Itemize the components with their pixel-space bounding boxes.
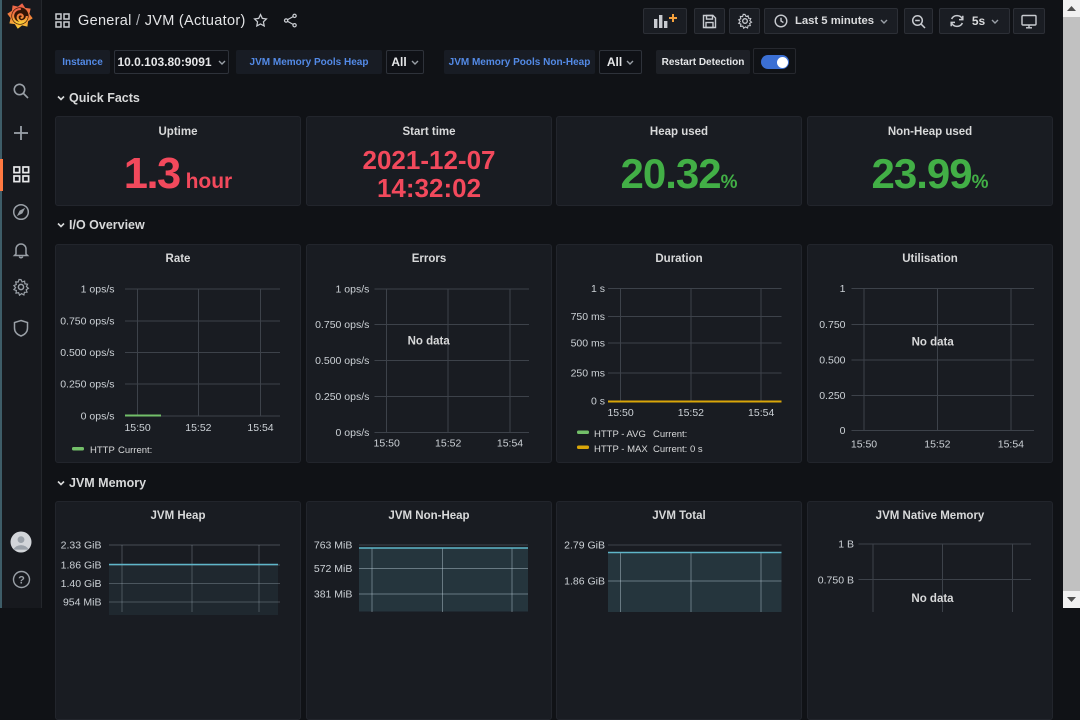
svg-text:1 ops/s: 1 ops/s (81, 284, 115, 296)
svg-text:15:50: 15:50 (374, 437, 400, 449)
svg-text:HTTP: HTTP (90, 445, 115, 456)
svg-text:15:54: 15:54 (497, 437, 523, 449)
svg-text:763 MiB: 763 MiB (314, 540, 353, 552)
svg-text:0.750: 0.750 (819, 319, 845, 331)
svg-text:No data: No data (911, 593, 954, 605)
svg-text:15:50: 15:50 (851, 438, 877, 450)
svg-text:1.40 GiB: 1.40 GiB (61, 578, 102, 590)
svg-text:381 MiB: 381 MiB (314, 589, 353, 601)
svg-text:0.500: 0.500 (819, 354, 845, 366)
svg-text:15:52: 15:52 (678, 407, 704, 419)
svg-text:15:50: 15:50 (607, 407, 633, 419)
svg-text:15:52: 15:52 (924, 438, 950, 450)
svg-text:15:50: 15:50 (124, 422, 150, 434)
svg-text:HTTP - AVG: HTTP - AVG (594, 429, 646, 440)
svg-text:0.500 ops/s: 0.500 ops/s (315, 355, 369, 367)
svg-text:15:52: 15:52 (435, 437, 461, 449)
svg-text:954 MiB: 954 MiB (63, 596, 102, 608)
svg-text:0: 0 (840, 425, 846, 437)
svg-text:0.500 ops/s: 0.500 ops/s (60, 347, 114, 359)
svg-text:750 ms: 750 ms (571, 311, 605, 323)
svg-text:0.750 B: 0.750 B (818, 574, 854, 586)
svg-text:15:52: 15:52 (185, 422, 211, 434)
svg-text:No data: No data (408, 336, 451, 348)
svg-text:1: 1 (840, 283, 846, 295)
svg-text:0 ops/s: 0 ops/s (81, 411, 115, 423)
svg-text:0.750 ops/s: 0.750 ops/s (60, 316, 114, 328)
svg-text:1 B: 1 B (838, 539, 854, 551)
svg-text:0.750 ops/s: 0.750 ops/s (315, 319, 369, 331)
svg-text:500 ms: 500 ms (571, 338, 605, 350)
svg-text:15:54: 15:54 (748, 407, 774, 419)
svg-text:0.250 ops/s: 0.250 ops/s (315, 391, 369, 403)
svg-text:572 MiB: 572 MiB (314, 563, 353, 575)
svg-text:15:54: 15:54 (998, 438, 1024, 450)
svg-text:2.79 GiB: 2.79 GiB (564, 540, 605, 552)
svg-text:250 ms: 250 ms (571, 367, 605, 379)
svg-text:No data: No data (912, 336, 955, 348)
svg-text:1.86 GiB: 1.86 GiB (61, 560, 102, 572)
svg-text:0.250 ops/s: 0.250 ops/s (60, 379, 114, 391)
svg-text:15:54: 15:54 (247, 422, 273, 434)
svg-text:?: ? (18, 575, 25, 587)
svg-text:Current:: Current: (653, 429, 687, 440)
svg-text:2.33 GiB: 2.33 GiB (61, 540, 102, 552)
svg-text:1 ops/s: 1 ops/s (336, 284, 370, 296)
svg-text:0.250: 0.250 (819, 390, 845, 402)
svg-text:0 s: 0 s (591, 396, 605, 408)
svg-text:1 s: 1 s (591, 283, 605, 295)
svg-text:HTTP - MAX: HTTP - MAX (594, 444, 648, 455)
svg-text:Current: 0 s: Current: 0 s (653, 444, 703, 455)
svg-text:0 ops/s: 0 ops/s (336, 427, 370, 439)
svg-text:Current:: Current: (118, 445, 152, 456)
svg-text:1.86 GiB: 1.86 GiB (564, 576, 605, 588)
